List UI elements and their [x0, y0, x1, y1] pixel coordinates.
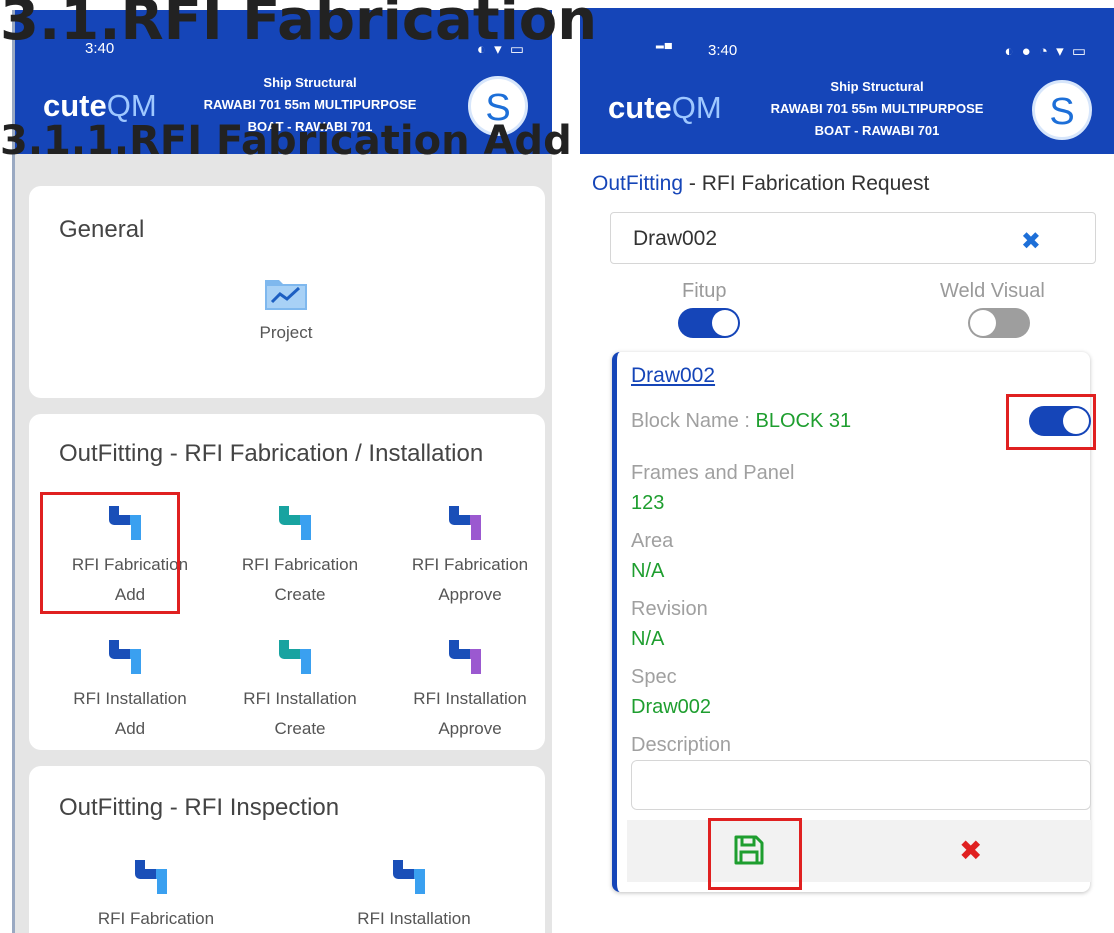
- fitup-label: Fitup: [682, 280, 727, 302]
- pipe-icon: [449, 506, 481, 540]
- project-line-2: RAWABI 701 55m MULTIPURPOSE: [770, 101, 984, 116]
- tile-rfi-fabrication-approve[interactable]: RFI Fabrication Approve: [395, 502, 545, 610]
- block-name-value: BLOCK 31: [755, 410, 852, 432]
- right-phone-screen: ▂▄ 3:40 ◐ ● ◔ ▾ ▭ cuteQM Ship Structural…: [580, 8, 1114, 933]
- drawing-search-input[interactable]: [633, 225, 993, 253]
- project-info: Ship Structural RAWABI 701 55m MULTIPURP…: [742, 76, 1012, 142]
- drawing-search: ✖: [610, 212, 1096, 264]
- status-bar: ▂▄ 3:40 ◐ ● ◔ ▾ ▭: [580, 8, 1114, 60]
- tile-label-line1: RFI Installation: [357, 909, 471, 928]
- status-icons: ◐ ● ◔ ▾ ▭: [1004, 43, 1088, 60]
- area-label: Area: [631, 530, 674, 552]
- spec-value: Draw002: [631, 696, 712, 718]
- page-title: OutFitting - RFI Fabrication Request: [592, 172, 930, 195]
- general-card: General Project: [29, 186, 545, 398]
- tile-label-line1: RFI Fabrication: [97, 909, 215, 928]
- block-name-label: Block Name :: [631, 410, 756, 432]
- tile-label-line2: Create: [274, 585, 326, 604]
- drawing-link[interactable]: Draw002: [631, 364, 715, 388]
- tile-project[interactable]: Project: [211, 274, 361, 348]
- weld-visual-toggle[interactable]: [968, 308, 1030, 338]
- tile-label-line1: RFI Installation: [243, 689, 357, 708]
- cancel-icon[interactable]: ✖: [959, 834, 982, 867]
- description-input[interactable]: [631, 760, 1091, 810]
- tile-rfi-installation-add[interactable]: RFI Installation Add: [55, 636, 205, 744]
- tile-label-line2: Add: [114, 719, 146, 738]
- card-title-inspection: OutFitting - RFI Inspection: [59, 794, 340, 821]
- inspection-card: OutFitting - RFI Inspection RFI Fabricat…: [29, 766, 545, 933]
- project-line-2: RAWABI 701 55m MULTIPURPOSE: [203, 97, 417, 112]
- tile-rfi-inspection-installation[interactable]: RFI Installation: [339, 856, 489, 933]
- status-time: 3:40: [708, 42, 738, 59]
- pipe-icon: [135, 860, 167, 894]
- pipe-icon: [279, 640, 311, 674]
- tile-rfi-installation-approve[interactable]: RFI Installation Approve: [395, 636, 545, 744]
- tile-label-line1: RFI Installation: [73, 689, 187, 708]
- action-bar: ✖: [627, 820, 1091, 882]
- tile-rfi-inspection-fabrication[interactable]: RFI Fabrication: [81, 856, 231, 933]
- pipe-icon: [109, 640, 141, 674]
- chart-folder-icon: [265, 280, 307, 310]
- revision-value: N/A: [631, 628, 665, 650]
- app-bar: cuteQM Ship Structural RAWABI 701 55m MU…: [580, 60, 1114, 154]
- frames-label: Frames and Panel: [631, 462, 795, 484]
- highlight-block-toggle: [1006, 394, 1096, 450]
- tile-rfi-fabrication-create[interactable]: RFI Fabrication Create: [225, 502, 375, 610]
- weld-visual-label: Weld Visual: [940, 280, 1045, 302]
- area-value: N/A: [631, 560, 665, 582]
- app-logo: cuteQM: [608, 90, 722, 125]
- spec-label: Spec: [631, 666, 677, 688]
- project-line-3: BOAT - RAWABI 701: [814, 123, 940, 138]
- tile-label-line1: RFI Fabrication: [411, 555, 529, 574]
- tile-rfi-installation-create[interactable]: RFI Installation Create: [225, 636, 375, 744]
- pipe-icon: [449, 640, 481, 674]
- revision-label: Revision: [631, 598, 708, 620]
- fitup-toggle[interactable]: [678, 308, 740, 338]
- tile-label-line1: RFI Fabrication: [241, 555, 359, 574]
- project-line-1: Ship Structural: [263, 75, 357, 90]
- project-line-1: Ship Structural: [830, 79, 924, 94]
- tile-label-line2: Approve: [438, 719, 502, 738]
- card-title-general: General: [59, 216, 145, 243]
- frames-value: 123: [631, 492, 665, 514]
- section-heading: 3.1.RFI Fabrication: [0, 0, 598, 53]
- highlight-save-button: [708, 818, 802, 890]
- signal-icon: ▂▄: [656, 38, 673, 49]
- pipe-icon: [393, 860, 425, 894]
- highlight-rfi-fabrication-add: [40, 492, 180, 614]
- tile-label: Project: [259, 323, 313, 342]
- tile-label-line1: RFI Installation: [413, 689, 527, 708]
- pipe-icon: [279, 506, 311, 540]
- user-avatar[interactable]: S: [1032, 80, 1092, 140]
- block-name-row: Block Name : BLOCK 31: [631, 410, 851, 433]
- tile-label-line2: Approve: [438, 585, 502, 604]
- description-label: Description: [631, 734, 732, 756]
- clear-search-icon[interactable]: ✖: [1021, 227, 1041, 255]
- card-title-fabrication: OutFitting - RFI Fabrication / Installat…: [59, 440, 484, 467]
- tile-label-line2: Create: [274, 719, 326, 738]
- subsection-heading: 3.1.1.RFI Fabrication Add: [0, 118, 572, 164]
